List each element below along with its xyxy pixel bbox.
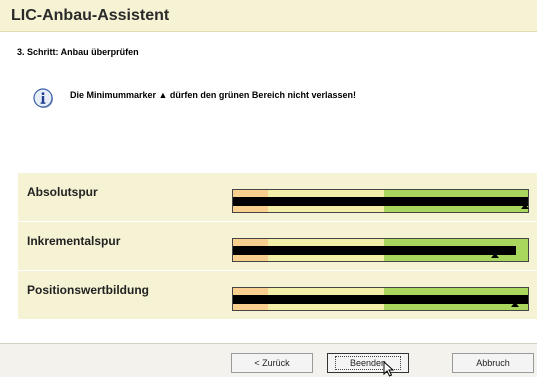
bar-frame <box>232 189 529 213</box>
track-row: Absolutspur <box>18 173 537 221</box>
track-label: Absolutspur <box>27 185 98 199</box>
bar-frame <box>232 238 529 262</box>
button-bar: < Zurück Beenden Abbruch <box>0 343 537 377</box>
info-icon <box>33 88 53 108</box>
window-title: LIC-Anbau-Assistent <box>11 7 170 24</box>
track-row: Inkrementalspur <box>18 222 537 270</box>
signal-level-bar <box>232 287 529 311</box>
signal-level-bar <box>232 238 529 262</box>
track-label: Positionswertbildung <box>27 283 149 297</box>
title-bar: LIC-Anbau-Assistent <box>0 0 537 32</box>
track-label: Inkrementalspur <box>27 234 121 248</box>
minimum-marker-icon <box>511 302 519 307</box>
minimum-marker-icon <box>521 204 529 209</box>
minimum-marker-icon <box>491 253 499 258</box>
back-button[interactable]: < Zurück <box>231 353 313 373</box>
cancel-button[interactable]: Abbruch <box>452 353 534 373</box>
signal-level-bar <box>232 189 529 213</box>
step-label: 3. Schritt: Anbau überprüfen <box>17 47 139 57</box>
finish-button[interactable]: Beenden <box>327 353 409 373</box>
bar-frame <box>232 287 529 311</box>
mouse-cursor-icon <box>383 361 395 377</box>
track-row: Positionswertbildung <box>18 271 537 319</box>
info-message: Die Minimummarker ▲ dürfen den grünen Be… <box>70 90 356 100</box>
